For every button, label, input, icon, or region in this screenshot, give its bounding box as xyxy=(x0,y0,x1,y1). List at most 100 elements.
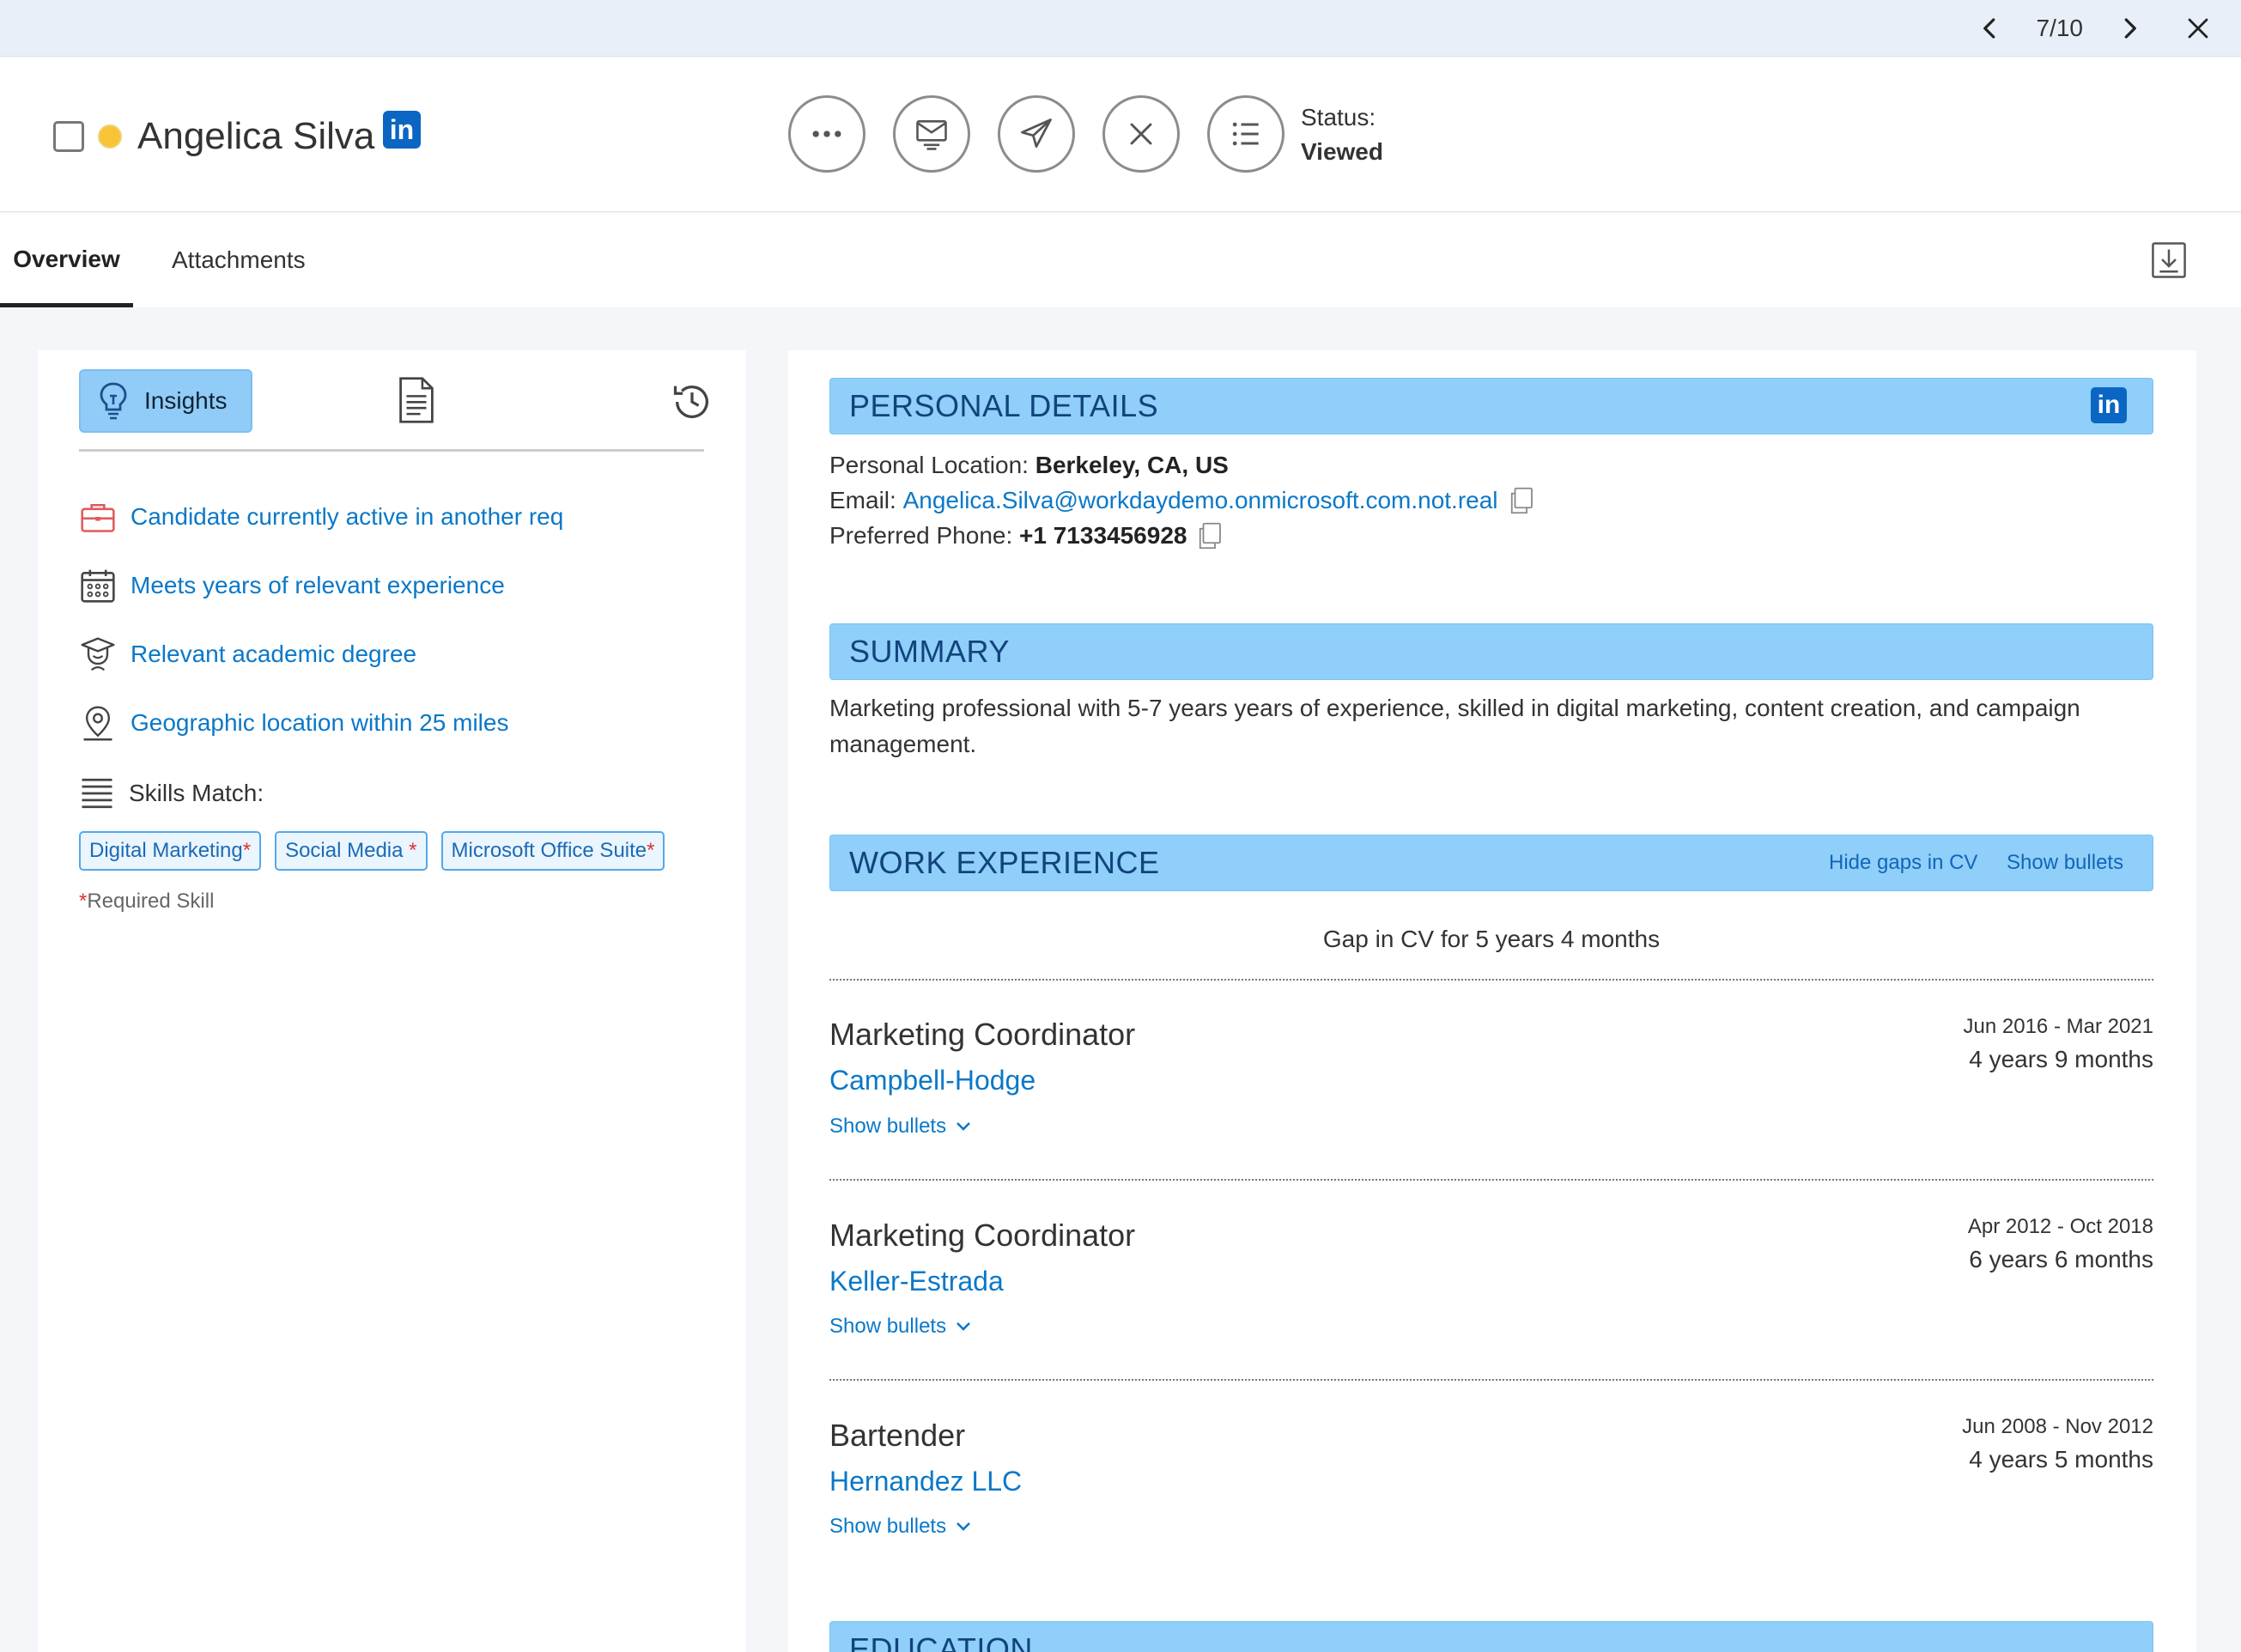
tab-attachments[interactable]: Attachments xyxy=(172,213,306,307)
list-icon xyxy=(1232,122,1259,146)
linkedin-icon[interactable]: in xyxy=(2091,387,2127,423)
ellipsis-icon xyxy=(812,131,841,137)
job-title: Marketing Coordinator xyxy=(829,1017,1136,1052)
location-value: Berkeley, CA, US xyxy=(1035,452,1229,478)
stack-icon xyxy=(82,778,112,809)
personal-details-header: PERSONAL DETAILS in xyxy=(829,378,2153,434)
candidate-name: Angelica Silva xyxy=(137,115,375,157)
history-icon[interactable] xyxy=(670,380,714,424)
email-button[interactable] xyxy=(893,95,970,173)
lightbulb-icon xyxy=(100,382,127,420)
status-block: Status: Viewed xyxy=(1301,100,1383,169)
job-dates: Apr 2012 - Oct 2018 xyxy=(1967,1215,2153,1238)
show-bullets-toggle[interactable]: Show bullets xyxy=(829,1114,972,1139)
chevron-down-icon xyxy=(957,1522,970,1531)
job-company[interactable]: Keller-Estrada xyxy=(829,1266,1004,1297)
copy-icon[interactable] xyxy=(1197,521,1223,550)
x-icon xyxy=(1130,123,1152,145)
skills-chips: Digital Marketing* Social Media * Micros… xyxy=(79,831,678,871)
tab-bar: Overview Attachments xyxy=(0,213,2241,307)
required-marker: * xyxy=(647,839,655,862)
action-buttons xyxy=(788,95,1312,173)
select-candidate-checkbox[interactable] xyxy=(53,121,84,152)
chevron-right-icon xyxy=(2124,18,2136,39)
skill-chip[interactable]: Microsoft Office Suite* xyxy=(440,831,665,871)
job-company[interactable]: Campbell-Hodge xyxy=(829,1065,1035,1096)
hide-gaps-link[interactable]: Hide gaps in CV xyxy=(1829,835,1977,890)
skill-name: Social Media xyxy=(285,839,410,862)
skills-match-heading: Skills Match: xyxy=(79,776,264,811)
next-button[interactable] xyxy=(2104,0,2155,57)
skill-name: Microsoft Office Suite xyxy=(451,839,647,862)
summary-text: Marketing professional with 5-7 years ye… xyxy=(829,695,2080,757)
linkedin-icon[interactable]: in xyxy=(383,111,421,149)
location-pin-icon xyxy=(83,706,112,741)
required-marker: * xyxy=(242,839,252,862)
calendar-icon xyxy=(81,569,115,603)
show-bullets-label: Show bullets xyxy=(829,1114,947,1138)
close-button[interactable] xyxy=(2172,0,2224,57)
email-label: Email: xyxy=(829,487,896,513)
show-bullets-label: Show bullets xyxy=(829,1315,947,1338)
job-dates: Jun 2016 - Mar 2021 xyxy=(1963,1015,2153,1038)
reject-button[interactable] xyxy=(1102,95,1180,173)
briefcase-icon xyxy=(81,503,115,532)
top-bar: 7/10 xyxy=(0,0,2241,57)
skill-chip[interactable]: Digital Marketing* xyxy=(79,831,262,871)
skill-name: Digital Marketing xyxy=(89,839,243,862)
job-dates: Jun 2008 - Nov 2012 xyxy=(1962,1415,2153,1438)
insights-tab-label: Insights xyxy=(144,387,228,414)
send-button[interactable] xyxy=(998,95,1075,173)
job-duration: 4 years 9 months xyxy=(1969,1046,2153,1072)
divider xyxy=(829,979,2153,981)
section-title: EDUCATION xyxy=(849,1631,1033,1652)
job-duration: 6 years 6 months xyxy=(1969,1246,2153,1272)
graduation-icon xyxy=(81,637,115,671)
side-panel-tabs: Insights xyxy=(79,369,708,452)
candidate-header: Angelica Silva in Status: Viewed xyxy=(0,58,2241,212)
job-company[interactable]: Hernandez LLC xyxy=(829,1466,1022,1497)
personal-phone: Preferred Phone: +1 7133456928 xyxy=(829,519,1223,553)
show-bullets-toggle[interactable]: Show bullets xyxy=(829,1315,972,1339)
previous-button[interactable] xyxy=(1965,0,2016,57)
show-bullets-toggle[interactable]: Show bullets xyxy=(829,1515,972,1539)
show-all-bullets-link[interactable]: Show bullets xyxy=(2007,835,2123,890)
record-counter: 7/10 xyxy=(2036,15,2084,41)
document-icon[interactable] xyxy=(397,376,436,424)
chevron-down-icon xyxy=(957,1322,970,1331)
required-star: * xyxy=(79,890,88,913)
phone-value: +1 7133456928 xyxy=(1019,522,1187,549)
divider xyxy=(829,1379,2153,1381)
personal-email: Email: Angelica.Silva@workdaydemo.onmicr… xyxy=(829,483,1534,518)
insight-text[interactable]: Relevant academic degree xyxy=(131,641,416,668)
divider xyxy=(829,1179,2153,1181)
section-title: WORK EXPERIENCE xyxy=(849,845,1160,880)
personal-location: Personal Location: Berkeley, CA, US xyxy=(829,448,1229,483)
paper-plane-icon xyxy=(1021,118,1052,149)
status-label: Status: xyxy=(1301,104,1376,131)
insight-text[interactable]: Candidate currently active in another re… xyxy=(131,503,563,531)
section-title: SUMMARY xyxy=(849,634,1010,669)
status-list-button[interactable] xyxy=(1207,95,1284,173)
envelope-icon xyxy=(916,120,947,150)
job-title: Marketing Coordinator xyxy=(829,1218,1136,1253)
copy-icon[interactable] xyxy=(1509,486,1534,515)
show-bullets-label: Show bullets xyxy=(829,1515,947,1538)
insight-text[interactable]: Meets years of relevant experience xyxy=(131,572,505,599)
skill-chip[interactable]: Social Media * xyxy=(275,831,428,871)
email-link[interactable]: Angelica.Silva@workdaydemo.onmicrosoft.c… xyxy=(903,483,1498,518)
work-experience-header: WORK EXPERIENCE Hide gaps in CV Show bul… xyxy=(829,835,2153,891)
status-dot-icon xyxy=(98,125,122,149)
required-note-text: Required Skill xyxy=(87,890,215,913)
profile-panel: PERSONAL DETAILS in Personal Location: B… xyxy=(788,350,2196,1652)
summary-header: SUMMARY xyxy=(829,623,2153,680)
download-icon[interactable] xyxy=(2150,240,2188,280)
required-skill-note: *Required Skill xyxy=(79,890,214,914)
insight-text[interactable]: Geographic location within 25 miles xyxy=(131,709,508,737)
more-actions-button[interactable] xyxy=(788,95,865,173)
insights-tab[interactable]: Insights xyxy=(79,369,252,433)
job-duration: 4 years 5 months xyxy=(1969,1446,2153,1473)
insights-panel: Insights Candidate currently active in a… xyxy=(38,350,746,1652)
tab-overview[interactable]: Overview xyxy=(0,213,133,307)
cv-gap-notice: Gap in CV for 5 years 4 months xyxy=(1322,926,1661,952)
